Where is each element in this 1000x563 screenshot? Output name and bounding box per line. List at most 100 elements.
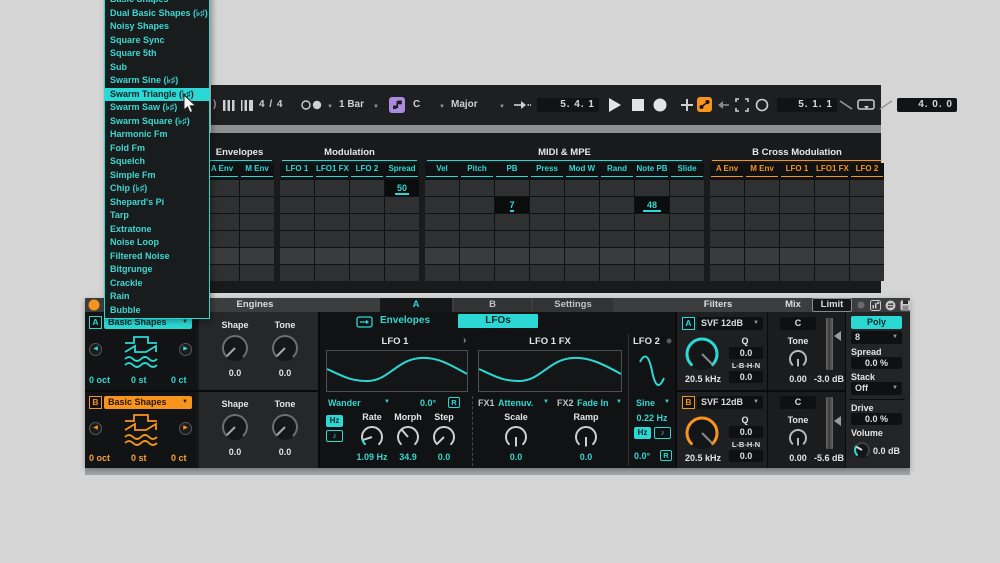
lfo1fx-display[interactable]	[478, 350, 622, 392]
matrix-cell[interactable]	[565, 197, 599, 213]
matrix-cell[interactable]	[780, 231, 814, 247]
filter-a-type-dropdown[interactable]: SVF 12dB ▼	[697, 317, 763, 330]
matrix-cell[interactable]	[350, 180, 384, 196]
loop-length[interactable]: 4. 0. 0	[897, 98, 957, 112]
fx2-arrow[interactable]: ▼	[616, 399, 622, 405]
matrix-cell[interactable]	[495, 265, 529, 281]
mix-a-tone-knob[interactable]	[787, 348, 809, 370]
matrix-cell[interactable]: 7	[495, 197, 529, 213]
engine-b-shape-dropdown[interactable]: Basic Shapes ▼	[104, 396, 192, 409]
key-root-dropdown-arrow[interactable]: ▼	[439, 100, 445, 114]
voices-dropdown[interactable]: 8 ▼	[851, 331, 902, 344]
matrix-cell[interactable]	[425, 180, 459, 196]
matrix-cell[interactable]	[460, 197, 494, 213]
engine-b-cents[interactable]: 0 ct	[171, 453, 187, 463]
matrix-cell[interactable]	[315, 197, 349, 213]
matrix-cell[interactable]	[780, 214, 814, 230]
menu-item[interactable]: Square 5th	[105, 47, 209, 61]
matrix-cell[interactable]: 50	[385, 180, 419, 196]
filter-a-freq-value[interactable]: 20.5 kHz	[679, 374, 727, 384]
matrix-cell[interactable]	[710, 265, 744, 281]
matrix-cell[interactable]	[815, 231, 849, 247]
matrix-cell[interactable]	[530, 180, 564, 196]
limit-button[interactable]: Limit	[812, 298, 852, 312]
tap-button-partial[interactable]: )	[213, 98, 216, 112]
time-signature[interactable]: 4 / 4	[259, 98, 283, 112]
mix-a-level-value[interactable]: -3.0 dB	[806, 374, 844, 384]
matrix-cell[interactable]	[745, 248, 779, 264]
hot-swap-icon[interactable]	[885, 300, 896, 311]
engine-a-shape-knob[interactable]	[220, 333, 250, 363]
matrix-cell[interactable]	[710, 248, 744, 264]
menu-item[interactable]: Fold Fm	[105, 142, 209, 156]
matrix-cell[interactable]	[850, 248, 884, 264]
fx1-dropdown[interactable]: Attenuv.	[498, 398, 533, 408]
menu-item[interactable]: Sub	[105, 61, 209, 75]
matrix-cell[interactable]	[205, 197, 239, 213]
matrix-cell[interactable]	[315, 265, 349, 281]
lfo2-hz-button[interactable]: Hz	[634, 427, 651, 439]
matrix-cell[interactable]	[460, 265, 494, 281]
filter-b-q-value[interactable]: 0.0	[729, 426, 763, 438]
metronome-icon[interactable]	[301, 100, 323, 110]
key-scale[interactable]: Major	[451, 98, 478, 112]
matrix-cell[interactable]	[530, 231, 564, 247]
matrix-cell[interactable]	[565, 180, 599, 196]
matrix-cell[interactable]	[315, 231, 349, 247]
key-scale-dropdown-arrow[interactable]: ▼	[499, 100, 505, 114]
mix-b-level-value[interactable]: -5.6 dB	[806, 453, 844, 463]
matrix-cell[interactable]	[205, 248, 239, 264]
filter-a-morph-value[interactable]: 0.0	[729, 371, 763, 383]
matrix-cell[interactable]	[205, 180, 239, 196]
quantize-menu[interactable]: 1 Bar	[339, 98, 364, 112]
menu-item[interactable]: Simple Fm	[105, 169, 209, 183]
device-activator[interactable]	[88, 299, 100, 311]
filter-b-freq-value[interactable]: 20.5 kHz	[679, 453, 727, 463]
matrix-cell[interactable]	[495, 248, 529, 264]
matrix-cell[interactable]	[670, 265, 704, 281]
matrix-cell[interactable]	[280, 231, 314, 247]
rate-knob[interactable]	[359, 424, 385, 450]
matrix-cell[interactable]	[460, 248, 494, 264]
menu-item[interactable]: Extratone	[105, 223, 209, 237]
lfos-tab[interactable]: LFOs	[458, 314, 538, 328]
matrix-cell[interactable]	[350, 265, 384, 281]
ramp-value[interactable]: 0.0	[564, 452, 608, 462]
matrix-cell[interactable]	[280, 214, 314, 230]
envelopes-tab-icon[interactable]	[356, 316, 373, 328]
filter-b-type-dropdown[interactable]: SVF 12dB ▼	[697, 396, 763, 409]
matrix-cell[interactable]	[635, 214, 669, 230]
matrix-cell[interactable]	[425, 197, 459, 213]
matrix-cell[interactable]	[240, 248, 274, 264]
matrix-cell[interactable]	[280, 265, 314, 281]
step-knob[interactable]	[431, 424, 457, 450]
filter-b-freq-knob[interactable]	[684, 415, 720, 451]
menu-item[interactable]: Squelch	[105, 155, 209, 169]
filter-b-morph-value[interactable]: 0.0	[729, 450, 763, 462]
matrix-cell[interactable]	[385, 248, 419, 264]
matrix-cell[interactable]	[315, 214, 349, 230]
loop-switch-icon[interactable]	[857, 99, 875, 111]
fx2-dropdown[interactable]: Fade In	[577, 398, 609, 408]
matrix-cell[interactable]	[350, 214, 384, 230]
mix-b-level-slider[interactable]	[826, 397, 833, 449]
matrix-cell[interactable]	[670, 248, 704, 264]
matrix-cell[interactable]	[600, 231, 634, 247]
matrix-cell[interactable]	[315, 248, 349, 264]
matrix-cell[interactable]	[815, 265, 849, 281]
lfo1-mode-arrow[interactable]: ▼	[384, 399, 390, 405]
matrix-cell[interactable]	[710, 214, 744, 230]
scale-knob[interactable]	[503, 424, 529, 450]
matrix-cell[interactable]	[530, 265, 564, 281]
engine-b-octave[interactable]: 0 oct	[89, 453, 110, 463]
matrix-cell[interactable]	[350, 231, 384, 247]
overdub-plus-icon[interactable]	[681, 99, 693, 111]
matrix-cell[interactable]	[425, 248, 459, 264]
matrix-cell[interactable]	[530, 214, 564, 230]
morph-knob[interactable]	[395, 424, 421, 450]
matrix-cell[interactable]	[815, 180, 849, 196]
play-button[interactable]	[607, 97, 623, 113]
volume-value[interactable]: 0.0 dB	[873, 446, 900, 456]
menu-item[interactable]: Bubble	[105, 304, 209, 318]
matrix-cell[interactable]	[565, 231, 599, 247]
